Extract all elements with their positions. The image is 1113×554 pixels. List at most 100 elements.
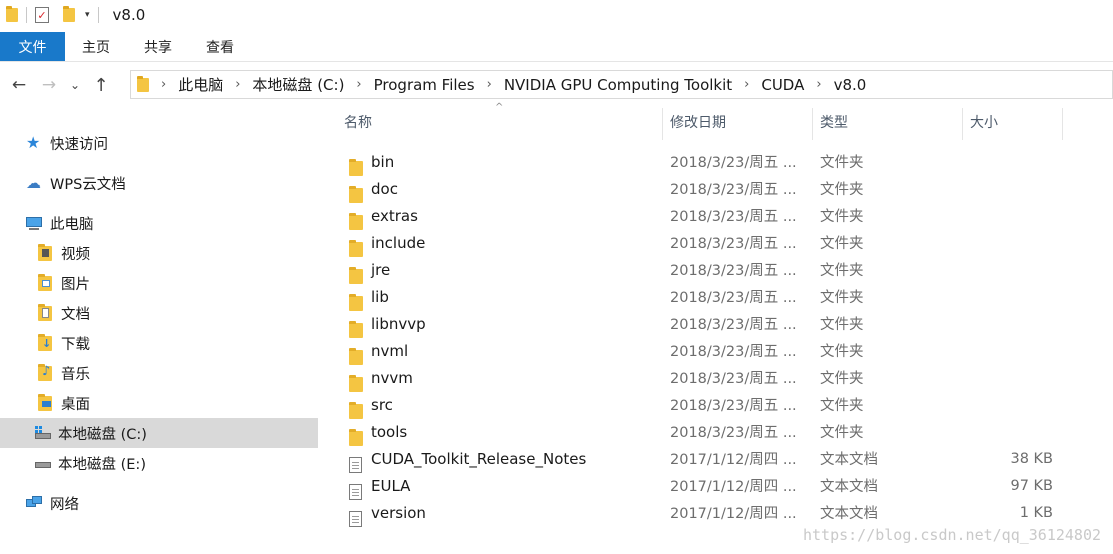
file-name: nvvm	[371, 368, 413, 387]
file-row[interactable]: extras 2018/3/23/周五 ... 文件夹	[335, 202, 1113, 230]
file-row[interactable]: tools 2018/3/23/周五 ... 文件夹	[335, 418, 1113, 446]
file-name: lib	[371, 287, 389, 306]
folder-icon	[349, 186, 363, 203]
sidebar-item-label: 音乐	[61, 366, 90, 383]
folder-icon	[137, 75, 149, 92]
file-row[interactable]: src 2018/3/23/周五 ... 文件夹	[335, 391, 1113, 419]
column-divider[interactable]	[1062, 108, 1063, 140]
sidebar-item-drive-e[interactable]: 本地磁盘 (E:)	[0, 448, 318, 478]
tab-share[interactable]: 共享	[127, 32, 189, 61]
properties-icon[interactable]: ✓	[35, 7, 49, 23]
file-row[interactable]: CUDA_Toolkit_Release_Notes 2017/1/12/周四 .…	[335, 445, 1113, 473]
ribbon-tabs: 文件 主页 共享 查看	[0, 32, 1113, 62]
up-button[interactable]: ↑	[86, 70, 116, 100]
folder-icon	[349, 348, 363, 365]
file-type: 文本文档	[820, 479, 878, 495]
file-name: extras	[371, 206, 418, 225]
sidebar-item-music[interactable]: ♪ 音乐	[0, 358, 318, 388]
folder-icon[interactable]	[6, 6, 18, 22]
sidebar-item-downloads[interactable]: ↓ 下载	[0, 328, 318, 358]
file-date-modified: 2018/3/23/周五 ...	[670, 236, 797, 252]
sidebar-item-label: 图片	[61, 276, 90, 293]
column-header-name[interactable]: 名称	[344, 104, 662, 140]
column-divider[interactable]	[812, 108, 813, 140]
computer-icon	[26, 215, 42, 231]
sidebar-item-quick-access[interactable]: ★ 快速访问	[0, 128, 318, 158]
breadcrumb-separator-icon[interactable]: ›	[816, 77, 821, 92]
file-row[interactable]: doc 2018/3/23/周五 ... 文件夹	[335, 175, 1113, 203]
sidebar-item-label: 网络	[50, 496, 79, 513]
file-row[interactable]: include 2018/3/23/周五 ... 文件夹	[335, 229, 1113, 257]
file-row[interactable]: jre 2018/3/23/周五 ... 文件夹	[335, 256, 1113, 284]
sidebar-item-pictures[interactable]: 图片	[0, 268, 318, 298]
sidebar-item-wps-cloud[interactable]: ☁ WPS云文档	[0, 168, 318, 198]
file-type: 文件夹	[820, 290, 864, 306]
forward-button[interactable]: →	[34, 70, 64, 100]
breadcrumb-v8[interactable]: v8.0	[834, 76, 867, 94]
file-row[interactable]: EULA 2017/1/12/周四 ... 文本文档 97 KB	[335, 472, 1113, 500]
breadcrumb-cuda[interactable]: CUDA	[761, 76, 804, 94]
sidebar-item-videos[interactable]: 视频	[0, 238, 318, 268]
column-header-type[interactable]: 类型	[820, 104, 962, 140]
folder-icon	[349, 321, 363, 338]
tab-home[interactable]: 主页	[65, 32, 127, 61]
column-divider[interactable]	[662, 108, 663, 140]
file-row[interactable]: libnvvp 2018/3/23/周五 ... 文件夹	[335, 310, 1113, 338]
file-type: 文件夹	[820, 209, 864, 225]
file-type: 文件夹	[820, 263, 864, 279]
sidebar-item-network[interactable]: 网络	[0, 488, 318, 518]
column-divider[interactable]	[962, 108, 963, 140]
file-size: 38 KB	[1010, 450, 1053, 467]
file-date-modified: 2018/3/23/周五 ...	[670, 155, 797, 171]
breadcrumb-separator-icon[interactable]: ›	[487, 77, 492, 92]
file-type: 文本文档	[820, 506, 878, 522]
file-row[interactable]: version 2017/1/12/周四 ... 文本文档 1 KB	[335, 499, 1113, 527]
downloads-folder-icon: ↓	[37, 334, 53, 351]
breadcrumb-program-files[interactable]: Program Files	[374, 76, 475, 94]
file-date-modified: 2018/3/23/周五 ...	[670, 209, 797, 225]
recent-locations-chevron-icon[interactable]: ⌄	[64, 70, 86, 100]
file-date-modified: 2018/3/23/周五 ...	[670, 317, 797, 333]
file-row[interactable]: lib 2018/3/23/周五 ... 文件夹	[335, 283, 1113, 311]
file-date-modified: 2018/3/23/周五 ...	[670, 398, 797, 414]
breadcrumb-separator-icon[interactable]: ›	[235, 77, 240, 92]
file-type: 文件夹	[820, 155, 864, 171]
file-row[interactable]: nvvm 2018/3/23/周五 ... 文件夹	[335, 364, 1113, 392]
file-size: 97 KB	[1010, 477, 1053, 494]
address-bar[interactable]: › 此电脑 › 本地磁盘 (C:) › Program Files › NVID…	[130, 70, 1113, 99]
file-size: 1 KB	[1019, 504, 1053, 521]
breadcrumb-drive-c[interactable]: 本地磁盘 (C:)	[252, 74, 344, 95]
customize-toolbar-dropdown-icon[interactable]: ▾	[85, 10, 90, 20]
sidebar-item-drive-c[interactable]: 本地磁盘 (C:)	[0, 418, 318, 448]
sidebar-item-this-pc[interactable]: 此电脑	[0, 208, 318, 238]
file-name: tools	[371, 422, 408, 441]
file-row[interactable]: nvml 2018/3/23/周五 ... 文件夹	[335, 337, 1113, 365]
file-list-pane: ^ 名称 修改日期 类型 大小 bin 2018/3/23/周五 ... 文件夹 do…	[335, 102, 1113, 554]
new-folder-icon[interactable]	[63, 6, 75, 22]
breadcrumb-separator-icon[interactable]: ›	[161, 77, 166, 92]
breadcrumb-separator-icon[interactable]: ›	[744, 77, 749, 92]
file-date-modified: 2017/1/12/周四 ...	[670, 506, 797, 522]
sidebar-item-documents[interactable]: 文档	[0, 298, 318, 328]
column-header-size[interactable]: 大小	[970, 104, 1062, 140]
folder-icon	[349, 159, 363, 176]
sidebar-item-label: 此电脑	[50, 216, 94, 233]
network-icon	[26, 495, 42, 511]
file-row[interactable]: bin 2018/3/23/周五 ... 文件夹	[335, 148, 1113, 176]
folder-icon	[349, 294, 363, 311]
sidebar-item-label: 视频	[61, 246, 90, 263]
back-button[interactable]: ←	[4, 70, 34, 100]
file-name: include	[371, 233, 426, 252]
breadcrumb-nvidia-toolkit[interactable]: NVIDIA GPU Computing Toolkit	[504, 76, 732, 94]
pictures-folder-icon	[37, 274, 53, 291]
toolbar-divider	[26, 7, 27, 23]
sidebar-item-desktop[interactable]: 桌面	[0, 388, 318, 418]
column-header-date[interactable]: 修改日期	[670, 104, 812, 140]
tab-file[interactable]: 文件	[0, 32, 65, 61]
sidebar-item-label: 快速访问	[50, 136, 108, 153]
tab-view[interactable]: 查看	[189, 32, 251, 61]
file-date-modified: 2018/3/23/周五 ...	[670, 371, 797, 387]
breadcrumb-separator-icon[interactable]: ›	[356, 77, 361, 92]
file-type: 文本文档	[820, 452, 878, 468]
breadcrumb-this-pc[interactable]: 此电脑	[178, 74, 223, 95]
